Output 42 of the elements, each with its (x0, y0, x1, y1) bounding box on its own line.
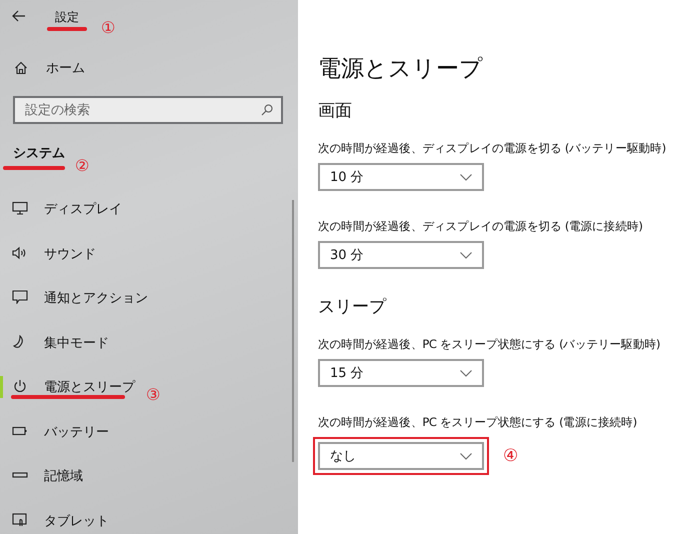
monitor-icon (12, 201, 28, 216)
dropdown[interactable]: 15 分 (318, 359, 484, 387)
setting-label: 次の時間が経過後、PC をスリープ状態にする (バッテリー駆動時) (318, 336, 662, 353)
annotation-underline (3, 166, 65, 170)
setting-label: 次の時間が経過後、PC をスリープ状態にする (電源に接続時) (318, 414, 638, 431)
section-heading: システム (13, 145, 65, 162)
power-icon (12, 379, 28, 394)
annotation-number: ① (101, 18, 116, 37)
chevron-down-icon (460, 174, 472, 180)
back-icon[interactable] (12, 10, 26, 22)
chevron-down-icon (460, 252, 472, 258)
nav-item[interactable]: 電源とスリープ (44, 380, 135, 396)
annotation-underline (47, 27, 87, 31)
speech-bubble-icon (12, 290, 28, 304)
tablet-icon (12, 512, 28, 527)
setting-label: 次の時間が経過後、ディスプレイの電源を切る (バッテリー駆動時) (318, 140, 667, 157)
dropdown[interactable]: 30 分 (318, 241, 484, 269)
chevron-down-icon (460, 370, 472, 376)
nav-item[interactable]: バッテリー (44, 424, 109, 440)
dropdown[interactable]: なし (318, 442, 484, 470)
annotation-number: ④ (503, 446, 518, 466)
section-heading: 画面 (318, 100, 353, 123)
annotation-number: ② (75, 156, 90, 175)
home-link[interactable]: ホーム (46, 59, 85, 77)
settings-title: 設定 (55, 10, 79, 24)
setting-label: 次の時間が経過後、ディスプレイの電源を切る (電源に接続時) (318, 218, 644, 235)
nav-item[interactable]: 記憶域 (44, 469, 83, 484)
search-icon (261, 104, 273, 116)
dropdown[interactable]: 10 分 (318, 163, 484, 191)
nav-item[interactable]: 集中モード (44, 336, 109, 351)
scrollbar[interactable] (292, 200, 294, 462)
nav-item[interactable]: サウンド (44, 246, 96, 262)
chevron-down-icon (460, 452, 472, 460)
page-title: 電源とスリープ (318, 55, 484, 84)
section-heading: スリープ (318, 296, 388, 319)
nav-item[interactable]: 通知とアクション (44, 291, 148, 306)
search-field[interactable]: 設定の検索 (13, 96, 283, 124)
nav-item[interactable]: ディスプレイ (44, 202, 122, 218)
annotation-number: ③ (146, 385, 160, 404)
speaker-icon (12, 246, 28, 260)
home-icon (14, 61, 28, 75)
nav-item[interactable]: タブレット (44, 514, 109, 529)
